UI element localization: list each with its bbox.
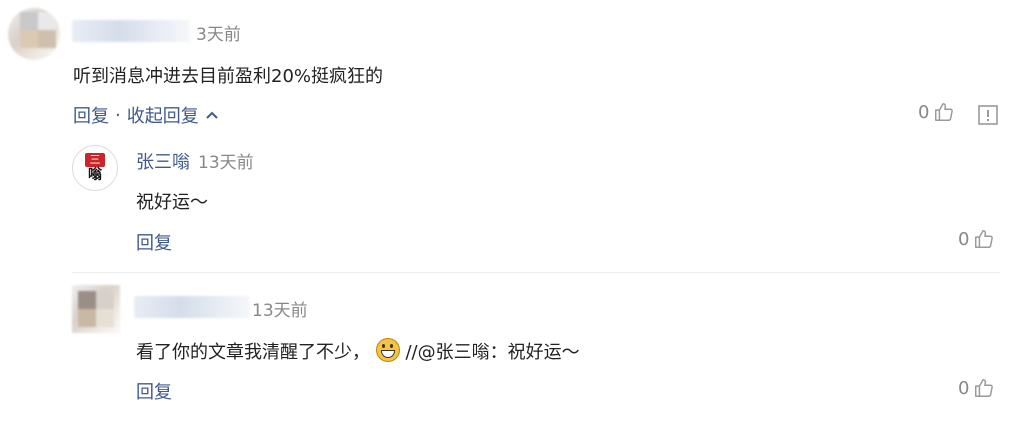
divider	[72, 272, 1000, 273]
thumbs-up-icon[interactable]	[933, 101, 955, 123]
user-avatar[interactable]	[72, 285, 120, 333]
avatar-text-top: 三	[85, 153, 105, 167]
username-blurred[interactable]	[134, 296, 250, 318]
reply-button[interactable]: 回复	[73, 102, 109, 128]
grin-emoji-icon	[375, 338, 400, 362]
like-area[interactable]: 0	[918, 101, 955, 123]
collapse-replies-button[interactable]: 收起回复	[127, 102, 199, 128]
like-area[interactable]: 0	[958, 228, 995, 250]
reply-text-main: 看了你的文章我清醒了不少，	[136, 342, 370, 363]
chevron-up-icon[interactable]	[205, 110, 219, 120]
avatar-text-bottom: 嗡	[88, 167, 102, 183]
like-count: 0	[958, 228, 970, 250]
reply-text: 看了你的文章我清醒了不少， //@张三嗡：祝好运～	[136, 338, 580, 364]
thumbs-up-icon[interactable]	[973, 377, 995, 399]
reply-button[interactable]: 回复	[136, 378, 172, 404]
report-icon[interactable]	[977, 104, 999, 126]
thumbs-up-icon[interactable]	[973, 228, 995, 250]
username-blurred[interactable]	[72, 20, 190, 42]
reply-time: 13天前	[198, 153, 254, 173]
reply-text: 祝好运～	[136, 192, 208, 213]
reply-header: 张三嗡 13天前	[136, 148, 254, 174]
comment-text: 听到消息冲进去目前盈利20%挺疯狂的	[73, 66, 384, 87]
separator: ·	[115, 104, 121, 126]
like-count: 0	[958, 377, 970, 399]
user-avatar[interactable]	[8, 8, 60, 60]
comment-actions: 回复 · 收起回复	[73, 102, 219, 128]
reply-author[interactable]: 张三嗡	[136, 148, 190, 174]
reply-button[interactable]: 回复	[136, 229, 172, 255]
like-area[interactable]: 0	[958, 377, 995, 399]
comment-time: 3天前	[196, 25, 241, 45]
reply-quote: //@张三嗡：祝好运～	[405, 342, 580, 363]
avatar[interactable]: 三 嗡	[72, 145, 118, 191]
reply-time: 13天前	[252, 301, 308, 321]
like-count: 0	[918, 101, 930, 123]
